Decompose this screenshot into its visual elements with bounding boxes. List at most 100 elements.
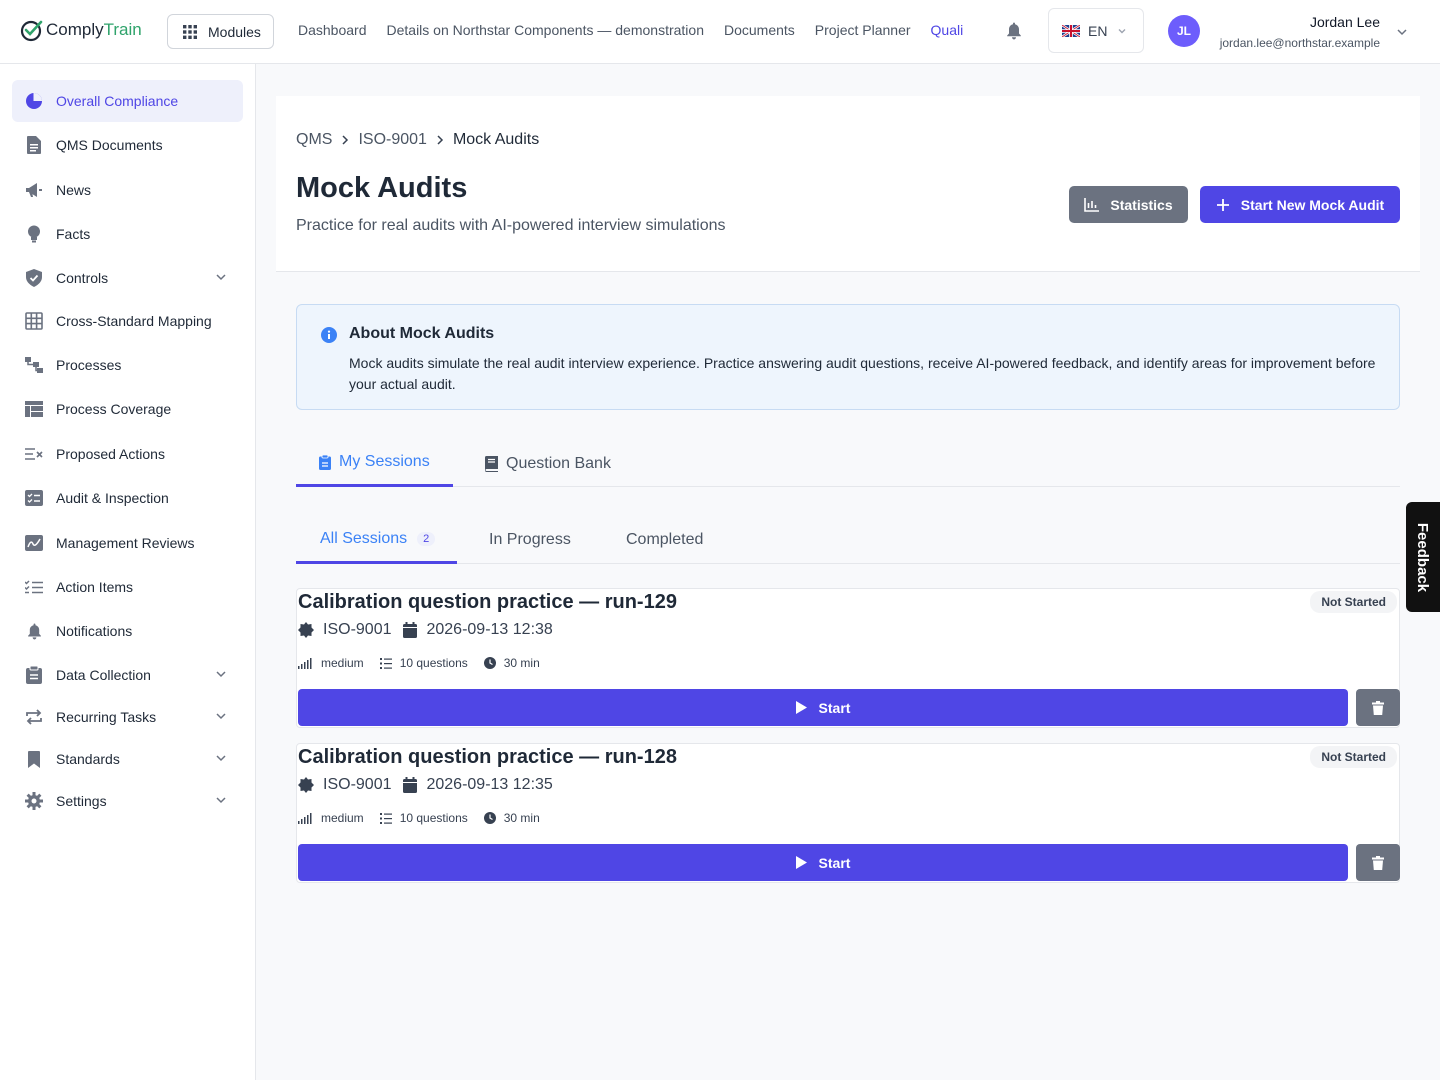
sidebar-item-proposed-actions[interactable]: Proposed Actions <box>12 433 243 475</box>
session-standard: ISO-9001 <box>323 776 392 793</box>
start-session-button[interactable]: Start <box>298 844 1348 881</box>
tab-all-sessions[interactable]: All Sessions 2 <box>296 516 457 564</box>
signature-icon <box>24 533 44 553</box>
sidebar-item-label: Facts <box>56 226 91 242</box>
sidebar-item-controls[interactable]: Controls <box>12 257 243 299</box>
session-title: Calibration question practice — run-129 <box>298 591 677 613</box>
chevron-down-icon <box>216 274 226 281</box>
tab-question-bank[interactable]: Question Bank <box>484 440 611 487</box>
statistics-label: Statistics <box>1110 196 1173 213</box>
sidebar-item-label: Processes <box>56 357 122 373</box>
start-new-mock-audit-button[interactable]: Start New Mock Audit <box>1200 186 1400 223</box>
user-avatar[interactable]: JL <box>1168 15 1200 47</box>
tab-label: My Sessions <box>339 453 430 470</box>
sidebar-item-audit-inspection[interactable]: Audit & Inspection <box>12 477 243 519</box>
session-details: medium 10 questions 30 min <box>298 811 556 825</box>
bookmark-icon <box>24 749 44 769</box>
tab-my-sessions[interactable]: My Sessions <box>296 440 453 487</box>
nav-quali[interactable]: Quali <box>931 22 964 38</box>
feedback-tab[interactable]: Feedback <box>1406 502 1440 612</box>
session-filter-tabs: All Sessions 2 In Progress Completed <box>296 516 1400 564</box>
tab-completed[interactable]: Completed <box>626 516 703 564</box>
checklist-icon <box>24 577 44 597</box>
language-selector[interactable]: EN <box>1048 8 1144 53</box>
sidebar-item-label: Action Items <box>56 579 134 595</box>
tab-label: All Sessions <box>320 529 408 547</box>
breadcrumb-iso-9001[interactable]: ISO-9001 <box>358 131 426 149</box>
modules-button[interactable]: Modules <box>167 14 274 49</box>
tab-label: In Progress <box>489 531 571 548</box>
start-new-mock-audit-label: Start New Mock Audit <box>1240 196 1385 213</box>
sidebar-item-label: Proposed Actions <box>56 446 165 462</box>
top-navigation: Dashboard Details on Northstar Component… <box>298 22 971 38</box>
session-title: Calibration question practice — run-128 <box>298 746 677 768</box>
sidebar-item-label: Settings <box>56 793 107 809</box>
nav-dashboard[interactable]: Dashboard <box>298 22 367 38</box>
clipboard-icon <box>24 665 44 685</box>
sidebar-item-management-reviews[interactable]: Management Reviews <box>12 522 243 564</box>
sidebar-item-data-collection[interactable]: Data Collection <box>12 654 243 696</box>
page-title: Mock Audits <box>296 172 468 204</box>
session-count-badge: 2 <box>417 531 436 546</box>
sidebar-item-label: Recurring Tasks <box>56 709 157 725</box>
breadcrumb-current: Mock Audits <box>452 131 540 148</box>
list-x-icon <box>24 444 44 464</box>
gear-icon <box>24 791 44 811</box>
session-standard: ISO-9001 <box>323 621 392 638</box>
sidebar-item-qms-documents[interactable]: QMS Documents <box>12 124 243 166</box>
info-icon <box>321 327 337 343</box>
play-icon <box>795 856 807 869</box>
user-menu-chevron-icon[interactable] <box>1396 26 1408 38</box>
uk-flag-icon <box>1062 24 1080 37</box>
book-icon <box>485 455 498 472</box>
session-meta: ISO-9001 2026-09-13 12:38 <box>298 621 565 639</box>
page-subtitle: Practice for real audits with AI-powered… <box>296 217 726 234</box>
sidebar-item-label: Notifications <box>56 623 133 639</box>
session-duration: 30 min <box>503 811 540 825</box>
session-question-count: 10 questions <box>399 656 468 670</box>
sidebar-item-notifications[interactable]: Notifications <box>12 610 243 652</box>
feedback-label: Feedback <box>1414 522 1432 592</box>
signal-strength-icon <box>298 657 312 669</box>
notification-bell-icon[interactable] <box>1006 22 1022 40</box>
chevron-down-icon <box>216 755 226 762</box>
nav-documents[interactable]: Documents <box>724 22 795 38</box>
delete-session-button[interactable] <box>1356 689 1400 726</box>
sidebar-item-settings[interactable]: Settings <box>12 780 243 822</box>
session-datetime: 2026-09-13 12:35 <box>426 776 553 793</box>
chevron-down-icon <box>216 713 226 720</box>
session-details: medium 10 questions 30 min <box>298 656 556 670</box>
trash-icon <box>1372 855 1384 870</box>
sidebar-item-label: News <box>56 182 92 198</box>
sidebar-item-news[interactable]: News <box>12 169 243 211</box>
top-bar: Comply Train Modules Dashboard Details on… <box>0 0 1440 64</box>
delete-session-button[interactable] <box>1356 844 1400 881</box>
numbered-list-icon <box>379 812 392 824</box>
nav-project-planner[interactable]: Project Planner <box>815 22 911 38</box>
tab-in-progress[interactable]: In Progress <box>489 516 571 564</box>
sidebar-item-recurring-tasks[interactable]: Recurring Tasks <box>12 696 243 738</box>
session-difficulty: medium <box>321 811 364 825</box>
play-icon <box>795 701 807 714</box>
trash-icon <box>1372 700 1384 715</box>
sidebar-item-cross-standard-mapping[interactable]: Cross-Standard Mapping <box>12 300 243 342</box>
sidebar-item-label: Cross-Standard Mapping <box>56 313 212 329</box>
sidebar: Overall Compliance QMS Documents News Fa… <box>0 64 256 1080</box>
sidebar-item-overall-compliance[interactable]: Overall Compliance <box>12 80 243 122</box>
sidebar-item-standards[interactable]: Standards <box>12 738 243 780</box>
session-difficulty: medium <box>321 656 364 670</box>
start-session-button[interactable]: Start <box>298 689 1348 726</box>
certificate-icon <box>298 777 314 793</box>
statistics-button[interactable]: Statistics <box>1069 186 1188 223</box>
sidebar-item-action-items[interactable]: Action Items <box>12 566 243 608</box>
signal-strength-icon <box>298 812 312 824</box>
breadcrumb-qms[interactable]: QMS <box>296 131 332 149</box>
sidebar-item-label: Standards <box>56 751 120 767</box>
sidebar-item-processes[interactable]: Processes <box>12 344 243 386</box>
page-header: QMS ISO-9001 Mock Audits Mock Audits Pra… <box>276 96 1420 272</box>
nav-details[interactable]: Details on Northstar Components — demons… <box>387 22 704 38</box>
sidebar-item-process-coverage[interactable]: Process Coverage <box>12 388 243 430</box>
sidebar-item-facts[interactable]: Facts <box>12 213 243 255</box>
app-logo[interactable]: Comply Train <box>20 18 142 42</box>
bar-chart-icon <box>1084 197 1100 212</box>
